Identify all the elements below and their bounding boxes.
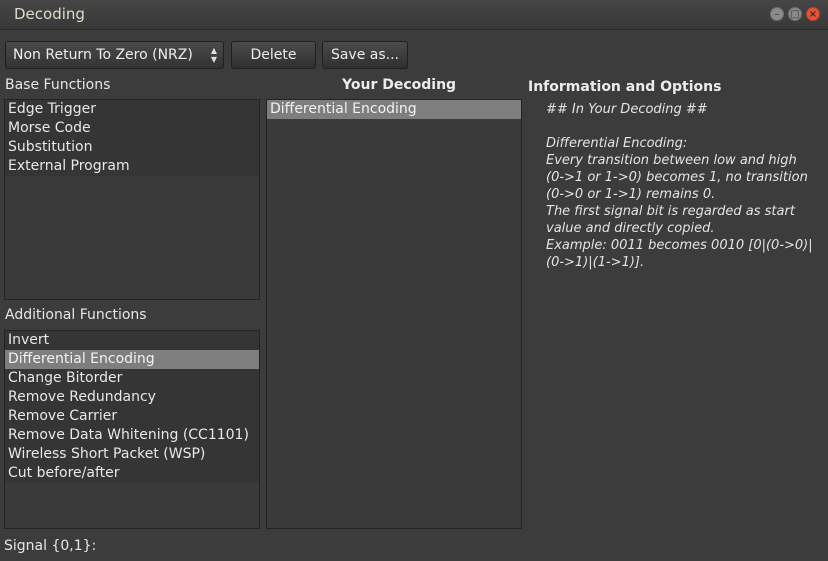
your-decoding-list[interactable]: Differential Encoding [266,99,522,529]
close-icon[interactable]: × [806,7,820,21]
decoding-select[interactable]: Non Return To Zero (NRZ) ▲ ▼ [5,41,224,69]
info-line: (0->0 or 1->1) remains 0. [546,187,716,202]
list-item-selected[interactable]: Differential Encoding [267,100,521,119]
list-item[interactable]: Remove Redundancy [5,388,259,407]
delete-button[interactable]: Delete [231,41,316,69]
info-text: ## In Your Decoding ## Differential Enco… [546,101,816,271]
list-item[interactable]: Morse Code [5,119,259,138]
info-line: ## In Your Decoding ## [546,102,708,117]
list-item[interactable]: Edge Trigger [5,100,259,119]
info-options-label: Information and Options [528,79,722,95]
minimize-icon[interactable]: – [770,7,784,21]
info-line: Example: 0011 becomes 0010 [0|(0->0)| [546,238,813,253]
base-functions-list[interactable]: Edge Trigger Morse Code Substitution Ext… [4,99,260,300]
window-title: Decoding [14,5,85,23]
additional-functions-label: Additional Functions [5,307,147,323]
info-line: Every transition between low and high [546,153,797,168]
your-decoding-label: Your Decoding [342,77,457,93]
additional-functions-list[interactable]: Invert Differential Encoding Change Bito… [4,330,260,529]
list-item-selected[interactable]: Differential Encoding [5,350,259,369]
signal-label: Signal {0,1}: [4,538,97,554]
info-line: (0->1)|(1->1)]. [546,255,645,270]
list-item[interactable]: Remove Data Whitening (CC1101) [5,426,259,445]
maximize-icon[interactable]: □ [788,7,802,21]
save-as-button[interactable]: Save as... [322,41,408,69]
list-item[interactable]: Cut before/after [5,464,259,483]
list-item[interactable]: External Program [5,157,259,176]
decoding-select-value: Non Return To Zero (NRZ) [13,47,193,63]
list-item[interactable]: Change Bitorder [5,369,259,388]
list-item[interactable]: Wireless Short Packet (WSP) [5,445,259,464]
title-bar: Decoding – □ × [0,0,828,30]
info-line: value and directly copied. [546,221,715,236]
list-item[interactable]: Invert [5,331,259,350]
updown-arrows-icon: ▲ ▼ [210,46,217,64]
list-item[interactable]: Substitution [5,138,259,157]
list-item[interactable]: Remove Carrier [5,407,259,426]
info-line: The first signal bit is regarded as star… [546,204,795,219]
info-line: Differential Encoding: [546,136,688,151]
info-line: (0->1 or 1->0) becomes 1, no transition [546,170,808,185]
base-functions-label: Base Functions [5,77,111,93]
